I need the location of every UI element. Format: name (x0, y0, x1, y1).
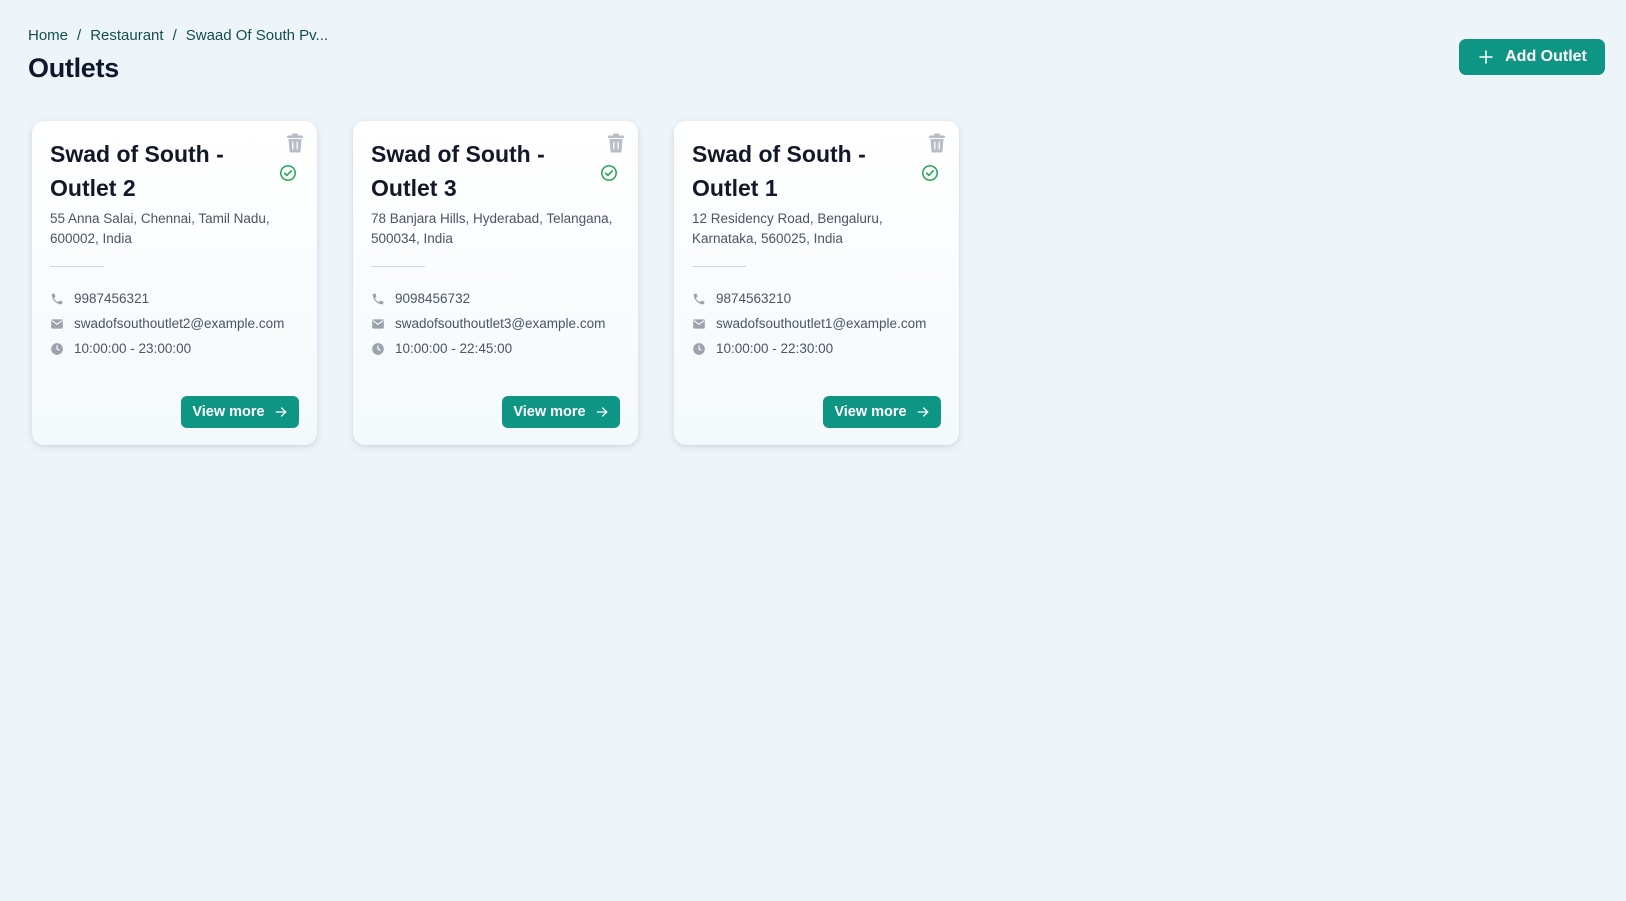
outlet-hours: 10:00:00 - 22:45:00 (395, 341, 513, 356)
breadcrumb-current-restaurant[interactable]: Swaad Of South Pv... (186, 27, 328, 44)
hours-row: 10:00:00 - 22:30:00 (692, 341, 833, 356)
breadcrumb: Home / Restaurant / Swaad Of South Pv... (28, 27, 328, 44)
outlet-hours: 10:00:00 - 22:30:00 (716, 341, 834, 356)
view-more-button[interactable]: View more (823, 396, 941, 428)
outlet-card: Swad of South - Outlet 2 55 Anna Salai, … (32, 121, 317, 445)
trash-icon[interactable] (928, 133, 946, 153)
outlet-card: Swad of South - Outlet 1 12 Residency Ro… (674, 121, 959, 445)
envelope-icon (51, 318, 63, 329)
outlet-phone: 9874563210 (716, 291, 792, 306)
outlet-name: Swad of South - Outlet 2 (50, 141, 224, 201)
check-circle-icon (922, 165, 938, 181)
add-outlet-label: Add Outlet (1505, 48, 1587, 65)
outlet-phone: 9987456321 (74, 291, 150, 306)
envelope-icon (372, 318, 384, 329)
outlet-email: swadofsouthoutlet3@example.com (395, 316, 606, 331)
clock-icon (693, 342, 705, 355)
outlet-address: 55 Anna Salai, Chennai, Tamil Nadu, 6000… (50, 211, 270, 246)
view-more-label: View more (834, 404, 907, 420)
view-more-button[interactable]: View more (502, 396, 620, 428)
phone-icon (693, 293, 705, 304)
outlet-name: Swad of South - Outlet 3 (371, 141, 545, 201)
clock-icon (372, 342, 384, 355)
view-more-label: View more (513, 404, 586, 420)
hours-row: 10:00:00 - 22:45:00 (371, 341, 512, 356)
phone-row: 9987456321 (50, 291, 149, 306)
outlet-cards: Swad of South - Outlet 2 55 Anna Salai, … (32, 121, 959, 445)
phone-icon (51, 293, 63, 304)
phone-icon (372, 293, 384, 304)
breadcrumb-home[interactable]: Home (28, 27, 68, 44)
plus-icon (1479, 50, 1493, 64)
outlet-address: 12 Residency Road, Bengaluru, Karnataka,… (692, 211, 883, 246)
outlet-hours: 10:00:00 - 23:00:00 (74, 341, 192, 356)
arrow-right-icon (275, 407, 286, 417)
outlet-email: swadofsouthoutlet1@example.com (716, 316, 927, 331)
breadcrumb-restaurant[interactable]: Restaurant (90, 27, 163, 44)
outlet-phone: 9098456732 (395, 291, 471, 306)
email-row: swadofsouthoutlet2@example.com (50, 316, 284, 331)
arrow-right-icon (596, 407, 607, 417)
outlet-card: Swad of South - Outlet 3 78 Banjara Hill… (353, 121, 638, 445)
email-row: swadofsouthoutlet3@example.com (371, 316, 605, 331)
check-circle-icon (280, 165, 296, 181)
check-circle-icon (601, 165, 617, 181)
envelope-icon (693, 318, 705, 329)
divider (371, 266, 425, 267)
email-row: swadofsouthoutlet1@example.com (692, 316, 926, 331)
phone-row: 9098456732 (371, 291, 470, 306)
outlet-address: 78 Banjara Hills, Hyderabad, Telangana, … (371, 211, 613, 246)
outlet-email: swadofsouthoutlet2@example.com (74, 316, 285, 331)
page-title: Outlets (28, 53, 119, 83)
divider (692, 266, 746, 267)
breadcrumb-separator: / (172, 27, 177, 44)
view-more-label: View more (192, 404, 265, 420)
breadcrumb-separator: / (77, 27, 82, 44)
divider (50, 266, 104, 267)
clock-icon (51, 342, 63, 355)
outlet-name: Swad of South - Outlet 1 (692, 141, 866, 201)
trash-icon[interactable] (607, 133, 625, 153)
hours-row: 10:00:00 - 23:00:00 (50, 341, 191, 356)
trash-icon[interactable] (286, 133, 304, 153)
add-outlet-button[interactable]: Add Outlet (1459, 39, 1605, 75)
arrow-right-icon (917, 407, 928, 417)
phone-row: 9874563210 (692, 291, 791, 306)
view-more-button[interactable]: View more (181, 396, 299, 428)
